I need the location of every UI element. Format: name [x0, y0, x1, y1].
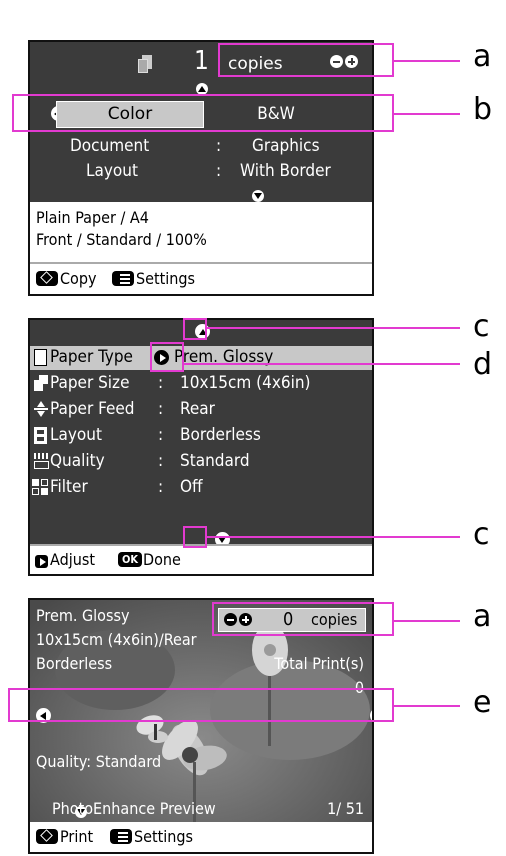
callout-box-a	[218, 43, 394, 77]
paper-size-feed-text: 10x15cm (4x6in)/Rear	[36, 630, 197, 649]
start-icon	[36, 829, 58, 844]
footer-copy-label: Copy	[60, 269, 97, 288]
footer-adjust-label: Adjust	[50, 550, 95, 569]
total-prints-label: Total Print(s)	[274, 654, 364, 673]
callout-label-b: b	[473, 92, 493, 127]
row-sep: :	[158, 477, 164, 497]
setting-row-layout: Layout : With Border	[30, 161, 372, 185]
callout-box-c-top	[183, 318, 207, 340]
photo-view-screen: Prem. Glossy 10x15cm (4x6in)/Rear Border…	[28, 598, 374, 854]
row-label: Document	[70, 136, 150, 156]
row-value: Graphics	[252, 136, 320, 156]
row-value: Borderless	[180, 425, 261, 445]
callout-box-e	[8, 688, 394, 722]
setting-row-document: Document : Graphics	[30, 136, 372, 160]
setting-row-paper-size[interactable]: Paper Size : 10x15cm (4x6in)	[30, 372, 372, 396]
photoenhance-preview-label: PhotoEnhance Preview	[52, 799, 216, 818]
paper-type-icon	[34, 349, 47, 366]
row-sep: :	[158, 425, 164, 445]
row-sep: :	[216, 136, 222, 156]
setting-row-quality[interactable]: Quality : Standard	[30, 450, 372, 474]
quality-text: Quality: Standard	[36, 752, 162, 771]
footer-done-label: Done	[143, 550, 181, 569]
row-value: Standard	[180, 451, 250, 471]
right-arrow-icon	[35, 555, 48, 568]
ok-button-icon: OK	[118, 552, 142, 567]
row-sep: :	[216, 161, 222, 181]
row-label: Layout	[50, 425, 102, 445]
callout-box-c-bottom	[183, 526, 207, 548]
footer-bar: Print Settings	[30, 822, 372, 852]
copy-mode-screen: 1 copies Color B&W Document : Graphics L…	[28, 40, 374, 296]
setting-row-paper-type[interactable]: Paper Type Prem. Glossy	[30, 346, 372, 370]
footer-settings-label: Settings	[134, 827, 194, 846]
callout-label-c-top: c	[473, 309, 490, 344]
row-sep: :	[158, 399, 164, 419]
down-arrow-icon	[251, 190, 264, 202]
layout-text: Borderless	[36, 654, 113, 673]
row-sep: :	[158, 373, 164, 393]
row-label: Paper Size	[50, 373, 130, 393]
row-value: 10x15cm (4x6in)	[180, 373, 311, 393]
photo-counter: 1/ 51	[327, 799, 364, 818]
menu-icon	[112, 271, 134, 286]
row-label: Paper Feed	[50, 399, 135, 419]
copies-count: 1	[194, 46, 209, 76]
filter-icon	[32, 479, 48, 495]
callout-label-e: e	[473, 685, 492, 720]
footer-settings-label: Settings	[136, 269, 196, 288]
callout-line-d	[184, 363, 460, 365]
callout-line-c-top	[207, 327, 460, 329]
callout-line-e	[394, 705, 460, 707]
row-label: Layout	[86, 161, 138, 181]
callout-line-c-bottom	[207, 536, 460, 538]
callout-label-a-bottom: a	[473, 599, 492, 634]
footer-bar: Copy Settings	[30, 264, 372, 294]
callout-label-d: d	[473, 347, 493, 382]
paper-type-text: Prem. Glossy	[36, 606, 130, 625]
row-label: Quality	[50, 451, 105, 471]
info-line-2: Front / Standard / 100%	[36, 230, 207, 249]
row-value: Rear	[180, 399, 215, 419]
setting-row-layout[interactable]: Layout : Borderless	[30, 424, 372, 448]
info-panel: Plain Paper / A4 Front / Standard / 100%	[30, 202, 372, 262]
row-value: With Border	[240, 161, 331, 181]
callout-box-a-bottom	[212, 602, 394, 636]
footer-print-label: Print	[60, 827, 94, 846]
paper-size-icon	[34, 375, 48, 391]
paper-feed-icon	[34, 401, 48, 417]
quality-icon	[34, 453, 49, 469]
row-sep: :	[158, 451, 164, 471]
setting-row-paper-feed[interactable]: Paper Feed : Rear	[30, 398, 372, 422]
row-label: Filter	[50, 477, 88, 497]
callout-line-a	[394, 60, 460, 62]
callout-line-b	[394, 113, 460, 115]
copies-icon	[138, 55, 152, 73]
callout-line-a-bottom	[394, 620, 460, 622]
setting-row-filter[interactable]: Filter : Off	[30, 476, 372, 500]
callout-label-c-bottom: c	[473, 517, 490, 552]
callout-label-a: a	[473, 39, 492, 74]
row-label: Paper Type	[50, 347, 133, 367]
menu-icon	[110, 829, 132, 844]
row-value: Off	[180, 477, 203, 497]
callout-box-d	[150, 342, 184, 372]
layout-icon	[34, 427, 47, 444]
footer-bar: Adjust OK Done	[30, 544, 372, 574]
callout-box-b	[12, 94, 394, 132]
start-icon	[36, 271, 58, 286]
info-line-1: Plain Paper / A4	[36, 208, 149, 227]
